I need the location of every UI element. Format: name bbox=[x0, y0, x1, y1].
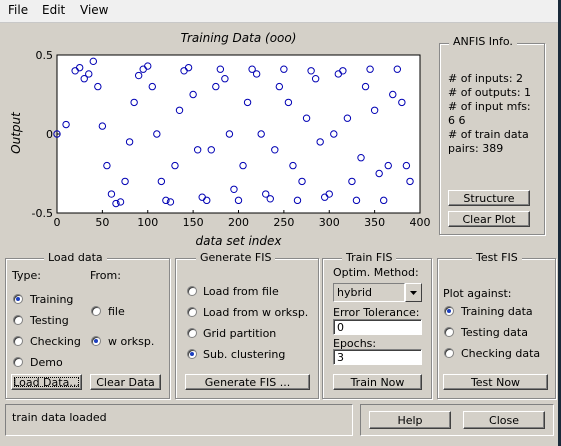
type-checking-radio[interactable] bbox=[13, 336, 23, 346]
gen-load-file-radio[interactable] bbox=[187, 286, 197, 296]
structure-button[interactable]: Structure bbox=[448, 190, 530, 206]
type-testing-radio[interactable] bbox=[13, 315, 23, 325]
clear-plot-button[interactable]: Clear Plot bbox=[448, 211, 530, 227]
test-testing-label: Testing data bbox=[461, 326, 528, 339]
x-tick-label: 200 bbox=[228, 216, 249, 229]
from-label: From: bbox=[90, 269, 121, 282]
source-file-label: file bbox=[108, 305, 125, 318]
plot-title: Training Data (ooo) bbox=[180, 31, 297, 45]
error-tolerance-input[interactable]: 0 bbox=[333, 319, 422, 335]
type-label: Type: bbox=[12, 269, 41, 282]
source-file-radio[interactable] bbox=[91, 306, 101, 316]
load-data-button[interactable]: Load Data... bbox=[11, 374, 82, 390]
test-training-radio[interactable] bbox=[444, 306, 454, 316]
test-checking-radio[interactable] bbox=[444, 348, 454, 358]
test-now-button[interactable]: Test Now bbox=[443, 374, 548, 390]
source-workspace-label: w orksp. bbox=[108, 335, 155, 348]
plot-axes-box bbox=[56, 54, 421, 214]
input-mfs-label: # of input mfs: bbox=[448, 100, 531, 113]
menu-bar: File Edit View bbox=[0, 0, 561, 23]
gen-sub-clustering-label: Sub. clustering bbox=[203, 348, 286, 361]
type-training-label: Training bbox=[30, 293, 74, 306]
optim-method-select[interactable]: hybrid bbox=[333, 283, 405, 302]
optim-method-label: Optim. Method: bbox=[333, 266, 419, 279]
status-message: train data loaded bbox=[12, 411, 107, 424]
type-demo-radio[interactable] bbox=[13, 357, 23, 367]
generate-fis-button[interactable]: Generate FIS ... bbox=[185, 374, 310, 390]
type-checking-label: Checking bbox=[30, 335, 81, 348]
x-tick-label: 50 bbox=[95, 216, 109, 229]
load-data-title: Load data bbox=[44, 251, 107, 264]
outputs-count: # of outputs: 1 bbox=[448, 86, 532, 99]
x-tick-label: 400 bbox=[410, 216, 431, 229]
test-testing-radio[interactable] bbox=[444, 327, 454, 337]
y-tick-label: -0.5 bbox=[32, 207, 53, 220]
gen-load-workspace-radio[interactable] bbox=[187, 307, 197, 317]
x-tick-label: 250 bbox=[273, 216, 294, 229]
close-button[interactable]: Close bbox=[463, 411, 545, 429]
chevron-down-icon bbox=[410, 291, 417, 295]
training-data-plot: 0 50 100 150 200 250 300 350 4000.50-0.5 bbox=[32, 49, 431, 229]
type-training-radio[interactable] bbox=[13, 294, 23, 304]
source-workspace-radio[interactable] bbox=[91, 336, 101, 346]
type-demo-label: Demo bbox=[30, 356, 63, 369]
generate-fis-title: Generate FIS bbox=[196, 251, 276, 264]
x-tick-label: 150 bbox=[183, 216, 204, 229]
anfis-info-title: ANFIS Info. bbox=[449, 35, 517, 48]
menu-edit[interactable]: Edit bbox=[42, 3, 65, 17]
x-tick-label: 300 bbox=[319, 216, 340, 229]
input-mfs-values: 6 6 bbox=[448, 114, 466, 127]
plot-against-label: Plot against: bbox=[443, 287, 512, 300]
help-button[interactable]: Help bbox=[369, 411, 451, 429]
y-tick-label: 0.5 bbox=[36, 49, 54, 62]
epochs-input[interactable]: 3 bbox=[333, 349, 422, 365]
gen-sub-clustering-radio[interactable] bbox=[187, 349, 197, 359]
inputs-count: # of inputs: 2 bbox=[448, 72, 524, 85]
test-training-label: Training data bbox=[461, 305, 533, 318]
status-bar: train data loaded bbox=[5, 404, 353, 436]
plot-panel: 0 50 100 150 200 250 300 350 400 0.5 0 -0.5 Trainin… bbox=[0, 23, 435, 250]
gen-grid-partition-label: Grid partition bbox=[203, 327, 277, 340]
test-checking-label: Checking data bbox=[461, 347, 541, 360]
error-tolerance-label: Error Tolerance: bbox=[333, 306, 420, 319]
x-axis-label: data set index bbox=[195, 234, 282, 248]
menu-file[interactable]: File bbox=[8, 3, 28, 17]
train-pairs-label: # of train data bbox=[448, 128, 529, 141]
train-now-button[interactable]: Train Now bbox=[333, 374, 422, 390]
x-tick-label: 100 bbox=[137, 216, 158, 229]
gen-grid-partition-radio[interactable] bbox=[187, 328, 197, 338]
clear-data-button[interactable]: Clear Data bbox=[90, 374, 161, 390]
train-fis-title: Train FIS bbox=[342, 251, 397, 264]
optim-method-dropdown-button[interactable] bbox=[405, 283, 422, 302]
gen-load-workspace-label: Load from w orksp. bbox=[203, 306, 309, 319]
train-pairs-value: pairs: 389 bbox=[448, 142, 504, 155]
y-axis-label: Output bbox=[9, 112, 23, 154]
type-testing-label: Testing bbox=[30, 314, 69, 327]
x-tick-label: 350 bbox=[364, 216, 385, 229]
test-fis-title: Test FIS bbox=[472, 251, 522, 264]
menu-view[interactable]: View bbox=[80, 3, 108, 17]
x-tick-label: 0 bbox=[54, 216, 61, 229]
y-tick-label: 0 bbox=[46, 128, 53, 141]
gen-load-file-label: Load from file bbox=[203, 285, 279, 298]
